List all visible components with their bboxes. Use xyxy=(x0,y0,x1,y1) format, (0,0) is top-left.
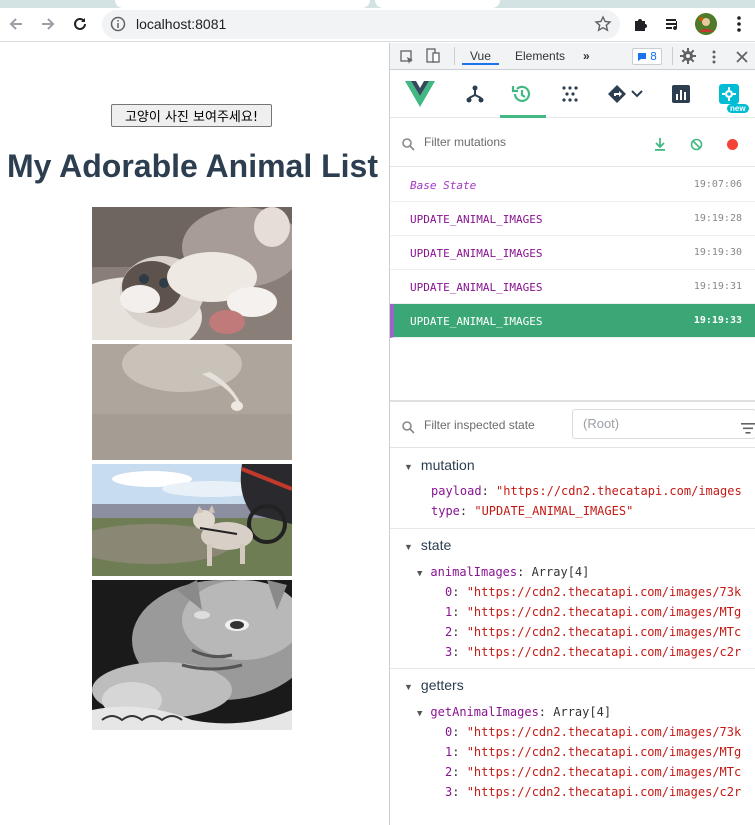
back-arrow-icon[interactable] xyxy=(4,12,28,36)
more-vertical-icon[interactable] xyxy=(712,49,716,68)
devtools-panel: Vue Elements » 8 new Filter mutations Ba… xyxy=(389,43,755,825)
gear-icon[interactable] xyxy=(680,48,696,68)
tab-strip xyxy=(0,0,755,8)
reload-icon[interactable] xyxy=(68,12,92,36)
expand-triangle-icon: ▼ xyxy=(404,462,413,472)
vue-logo-icon xyxy=(404,81,436,107)
array-item[interactable]: 0: "https://cdn2.thecatapi.com/images/73… xyxy=(445,725,741,739)
forward-arrow-icon[interactable] xyxy=(36,12,60,36)
mutation-row[interactable]: UPDATE_ANIMAL_IMAGES 19:19:31 xyxy=(390,270,755,304)
filter-lines-icon[interactable] xyxy=(741,419,755,438)
media-queue-icon[interactable] xyxy=(662,13,684,35)
address-bar[interactable]: localhost:8081 xyxy=(102,10,620,39)
record-icon[interactable] xyxy=(726,136,739,155)
performance-chart-icon[interactable] xyxy=(669,82,693,106)
devtools-tab-bar: Vue Elements » 8 xyxy=(390,43,755,70)
tab-divider xyxy=(454,47,455,65)
filter-mutations-input[interactable]: Filter mutations xyxy=(424,135,506,149)
issues-badge[interactable]: 8 xyxy=(632,48,662,65)
components-icon[interactable] xyxy=(463,82,487,106)
section-divider xyxy=(390,668,755,669)
info-icon[interactable] xyxy=(110,16,126,36)
settings-gear-icon[interactable] xyxy=(717,82,741,106)
root-selector[interactable]: (Root) xyxy=(572,409,755,439)
vue-devtools-toolbar: new xyxy=(390,71,755,118)
array-item[interactable]: 3: "https://cdn2.thecatapi.com/images/c2… xyxy=(445,785,741,799)
chevron-down-icon[interactable] xyxy=(629,82,645,106)
star-icon[interactable] xyxy=(594,15,612,37)
array-item[interactable]: 3: "https://cdn2.thecatapi.com/images/c2… xyxy=(445,645,741,659)
cat-image xyxy=(92,464,292,576)
cat-image xyxy=(92,207,292,340)
mutation-row[interactable]: Base State 19:07:06 xyxy=(390,168,755,202)
array-item[interactable]: 2: "https://cdn2.thecatapi.com/images/MT… xyxy=(445,625,741,639)
show-cats-button[interactable]: 고양이 사진 보여주세요! xyxy=(111,104,272,127)
section-divider xyxy=(390,528,755,529)
cat-image xyxy=(92,344,292,460)
search-icon xyxy=(402,136,415,155)
get-animal-images-entry[interactable]: ▼ getAnimalImages: Array[4] xyxy=(417,705,611,719)
animal-images-entry[interactable]: ▼ animalImages: Array[4] xyxy=(417,565,589,579)
section-getters-header[interactable]: ▼ getters xyxy=(404,677,464,693)
payload-entry[interactable]: payload: "https://cdn2.thecatapi.com/ima… xyxy=(431,484,742,498)
tab-vue[interactable]: Vue xyxy=(462,49,499,65)
filter-state-input[interactable]: Filter inspected state xyxy=(424,418,535,432)
state-filter-bar: Filter inspected state (Root) xyxy=(390,402,755,448)
active-tab[interactable] xyxy=(115,0,370,8)
more-vertical-icon[interactable] xyxy=(728,13,750,35)
tab-elements[interactable]: Elements xyxy=(515,49,565,63)
array-item[interactable]: 1: "https://cdn2.thecatapi.com/images/MT… xyxy=(445,605,741,619)
expand-triangle-icon: ▼ xyxy=(417,709,423,719)
array-item[interactable]: 1: "https://cdn2.thecatapi.com/images/MT… xyxy=(445,745,741,759)
timeline-history-icon[interactable] xyxy=(510,82,534,106)
active-tool-indicator xyxy=(500,115,546,118)
cat-image xyxy=(92,580,292,730)
section-state-header[interactable]: ▼ state xyxy=(404,537,451,553)
expand-triangle-icon: ▼ xyxy=(417,569,423,579)
download-icon[interactable] xyxy=(654,136,666,155)
page-title: My Adorable Animal List xyxy=(6,148,378,184)
puzzle-icon[interactable] xyxy=(630,13,652,35)
expand-triangle-icon: ▼ xyxy=(404,542,413,552)
inspect-element-icon[interactable] xyxy=(400,49,414,68)
search-icon xyxy=(402,419,415,438)
mutation-row[interactable]: UPDATE_ANIMAL_IMAGES 19:19:30 xyxy=(390,236,755,270)
device-toolbar-icon[interactable] xyxy=(426,48,440,68)
section-mutation-header[interactable]: ▼ mutation xyxy=(404,457,475,473)
vuex-grid-icon[interactable] xyxy=(558,82,582,106)
type-entry[interactable]: type: "UPDATE_ANIMAL_IMAGES" xyxy=(431,504,633,518)
array-item[interactable]: 2: "https://cdn2.thecatapi.com/images/MT… xyxy=(445,765,741,779)
profile-avatar[interactable] xyxy=(695,13,717,35)
mutation-row[interactable]: UPDATE_ANIMAL_IMAGES 19:19:28 xyxy=(390,202,755,236)
new-badge: new xyxy=(727,104,749,113)
more-tabs-button[interactable]: » xyxy=(583,49,590,63)
expand-triangle-icon: ▼ xyxy=(404,682,413,692)
url-text[interactable]: localhost:8081 xyxy=(136,16,226,32)
close-icon[interactable] xyxy=(736,48,748,67)
inactive-tab[interactable] xyxy=(375,0,500,8)
routing-icon[interactable] xyxy=(605,82,629,106)
tab-divider xyxy=(672,47,673,65)
browser-toolbar: localhost:8081 xyxy=(0,8,755,42)
page-viewport: 고양이 사진 보여주세요! My Adorable Animal List xyxy=(0,43,389,825)
mutation-row-selected[interactable]: UPDATE_ANIMAL_IMAGES 19:19:33 xyxy=(390,304,755,338)
array-item[interactable]: 0: "https://cdn2.thecatapi.com/images/73… xyxy=(445,585,741,599)
clear-block-icon[interactable] xyxy=(690,136,703,155)
mutation-filter-bar: Filter mutations xyxy=(390,119,755,167)
